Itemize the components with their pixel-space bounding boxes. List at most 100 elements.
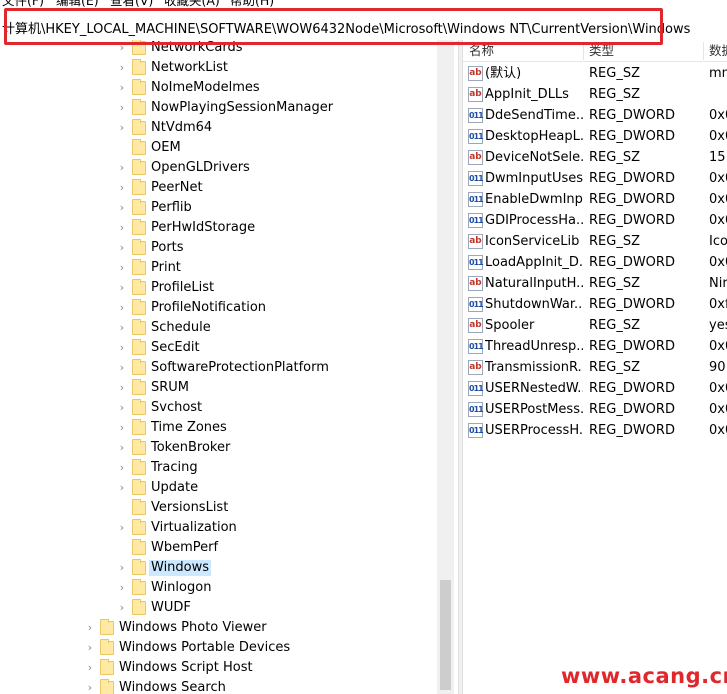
- value-row[interactable]: ab AppInit_DLLs REG_SZ: [463, 84, 727, 105]
- expand-chevron-icon[interactable]: ›: [85, 642, 95, 654]
- value-row[interactable]: ab TransmissionR... REG_SZ 90: [463, 357, 727, 378]
- tree-item[interactable]: › Schedule: [0, 318, 440, 338]
- expand-chevron-icon[interactable]: ›: [117, 122, 127, 134]
- tree-item-label[interactable]: Svchost: [149, 400, 204, 416]
- tree-item-label[interactable]: Winlogon: [149, 580, 213, 596]
- expand-chevron-icon[interactable]: ›: [117, 402, 127, 414]
- column-header-type[interactable]: 类型: [589, 43, 614, 59]
- tree-item-label[interactable]: ProfileList: [149, 280, 216, 296]
- tree-item-label[interactable]: Windows Photo Viewer: [117, 620, 269, 636]
- tree-item[interactable]: › Virtualization: [0, 518, 440, 538]
- menu-edit[interactable]: 编辑(E): [56, 0, 99, 10]
- expand-chevron-icon[interactable]: ›: [117, 282, 127, 294]
- tree-item[interactable]: WbemPerf: [0, 538, 440, 558]
- tree-item-label[interactable]: NetworkCards: [149, 40, 244, 56]
- tree-item[interactable]: › Windows Search: [0, 678, 440, 694]
- expand-chevron-icon[interactable]: ›: [117, 442, 127, 454]
- tree-item[interactable]: › SRUM: [0, 378, 440, 398]
- tree-item-label[interactable]: ProfileNotification: [149, 300, 268, 316]
- value-row[interactable]: 011LoadAppInit_D... REG_DWORD 0x0: [463, 252, 727, 273]
- menu-view[interactable]: 查看(V): [110, 0, 153, 10]
- expand-chevron-icon[interactable]: ›: [117, 222, 127, 234]
- expand-chevron-icon[interactable]: ›: [117, 582, 127, 594]
- tree-item-label[interactable]: PerHwIdStorage: [149, 220, 257, 236]
- tree-item[interactable]: › Update: [0, 478, 440, 498]
- tree-item[interactable]: › OpenGLDrivers: [0, 158, 440, 178]
- expand-chevron-icon[interactable]: ›: [117, 302, 127, 314]
- value-row[interactable]: ab IconServiceLib REG_SZ Ico: [463, 231, 727, 252]
- tree-item[interactable]: › SecEdit: [0, 338, 440, 358]
- tree-item[interactable]: › PeerNet: [0, 178, 440, 198]
- tree-item[interactable]: › Winlogon: [0, 578, 440, 598]
- tree-item[interactable]: › Tracing: [0, 458, 440, 478]
- tree-item-label[interactable]: OpenGLDrivers: [149, 160, 252, 176]
- column-header-data[interactable]: 数据: [709, 43, 727, 59]
- tree-item[interactable]: VersionsList: [0, 498, 440, 518]
- tree-item[interactable]: › Perflib: [0, 198, 440, 218]
- tree-item-label[interactable]: Tracing: [149, 460, 200, 476]
- tree-item[interactable]: › NoImeModelmes: [0, 78, 440, 98]
- tree-item-label[interactable]: WUDF: [149, 600, 193, 616]
- tree-item-label[interactable]: Virtualization: [149, 520, 239, 536]
- tree-item[interactable]: › NtVdm64: [0, 118, 440, 138]
- tree-item[interactable]: OEM: [0, 138, 440, 158]
- tree-item-label[interactable]: Windows Script Host: [117, 660, 255, 676]
- value-row[interactable]: ab DeviceNotSele... REG_SZ 15: [463, 147, 727, 168]
- expand-chevron-icon[interactable]: ›: [117, 182, 127, 194]
- tree-item[interactable]: › Print: [0, 258, 440, 278]
- expand-chevron-icon[interactable]: ›: [117, 242, 127, 254]
- tree-item[interactable]: › TokenBroker: [0, 438, 440, 458]
- tree-item-label[interactable]: SoftwareProtectionPlatform: [149, 360, 331, 376]
- menu-favorites[interactable]: 收藏夹(A): [164, 0, 220, 10]
- expand-chevron-icon[interactable]: ›: [117, 422, 127, 434]
- expand-chevron-icon[interactable]: ›: [117, 382, 127, 394]
- key-tree[interactable]: › NetworkCards › NetworkList › NoImeModelmes ›…: [0, 40, 455, 694]
- tree-item-label[interactable]: VersionsList: [149, 500, 230, 516]
- tree-item[interactable]: › Windows Portable Devices: [0, 638, 440, 658]
- expand-chevron-icon[interactable]: ›: [117, 322, 127, 334]
- tree-item-label[interactable]: Print: [149, 260, 183, 276]
- address-path[interactable]: 计算机\HKEY_LOCAL_MACHINE\SOFTWARE\WOW6432N…: [2, 18, 690, 37]
- tree-scrollbar[interactable]: [437, 40, 454, 694]
- tree-item-label[interactable]: Windows Search: [117, 680, 228, 694]
- tree-item-label[interactable]: SecEdit: [149, 340, 202, 356]
- menu-help[interactable]: 帮助(H): [230, 0, 274, 10]
- values-list[interactable]: 名称 类型 数据 ab(默认)REG_SZmnabAppInit_DLLsREG…: [463, 40, 727, 694]
- tree-item[interactable]: › Time Zones: [0, 418, 440, 438]
- value-row[interactable]: 011ThreadUnresp... REG_DWORD 0x0: [463, 336, 727, 357]
- tree-item-label[interactable]: WbemPerf: [149, 540, 220, 556]
- tree-item[interactable]: › Windows: [0, 558, 440, 578]
- expand-chevron-icon[interactable]: ›: [85, 662, 95, 674]
- value-row[interactable]: 011USERNestedW... REG_DWORD 0x0: [463, 378, 727, 399]
- value-row[interactable]: 011DwmInputUses... REG_DWORD 0x0: [463, 168, 727, 189]
- tree-item[interactable]: › Ports: [0, 238, 440, 258]
- tree-item[interactable]: › SoftwareProtectionPlatform: [0, 358, 440, 378]
- expand-chevron-icon[interactable]: ›: [117, 462, 127, 474]
- tree-item-label[interactable]: TokenBroker: [149, 440, 232, 456]
- tree-item-label[interactable]: Update: [149, 480, 200, 496]
- expand-chevron-icon[interactable]: ›: [85, 682, 95, 694]
- expand-chevron-icon[interactable]: ›: [117, 202, 127, 214]
- value-row[interactable]: 011ShutdownWar... REG_DWORD 0xf: [463, 294, 727, 315]
- value-row[interactable]: 011DdeSendTime... REG_DWORD 0x0: [463, 105, 727, 126]
- value-row[interactable]: 011USERProcessH... REG_DWORD 0x0: [463, 420, 727, 441]
- tree-item[interactable]: › NetworkList: [0, 58, 440, 78]
- expand-chevron-icon[interactable]: ›: [117, 482, 127, 494]
- tree-item[interactable]: › Svchost: [0, 398, 440, 418]
- column-separator[interactable]: [703, 42, 704, 60]
- column-separator[interactable]: [583, 42, 584, 60]
- column-header-name[interactable]: 名称: [469, 43, 494, 59]
- tree-item[interactable]: › ProfileList: [0, 278, 440, 298]
- value-row[interactable]: 011DesktopHeapL... REG_DWORD 0x0: [463, 126, 727, 147]
- tree-item[interactable]: › ProfileNotification: [0, 298, 440, 318]
- tree-item-label[interactable]: NowPlayingSessionManager: [149, 100, 335, 116]
- value-row[interactable]: 011USERPostMess... REG_DWORD 0x0: [463, 399, 727, 420]
- tree-item-label[interactable]: NtVdm64: [149, 120, 214, 136]
- tree-item-label[interactable]: Schedule: [149, 320, 213, 336]
- tree-item[interactable]: › WUDF: [0, 598, 440, 618]
- tree-item-label[interactable]: NetworkList: [149, 60, 230, 76]
- tree-item-label[interactable]: Time Zones: [149, 420, 229, 436]
- expand-chevron-icon[interactable]: ›: [117, 82, 127, 94]
- tree-item-label[interactable]: SRUM: [149, 380, 191, 396]
- expand-chevron-icon[interactable]: ›: [117, 522, 127, 534]
